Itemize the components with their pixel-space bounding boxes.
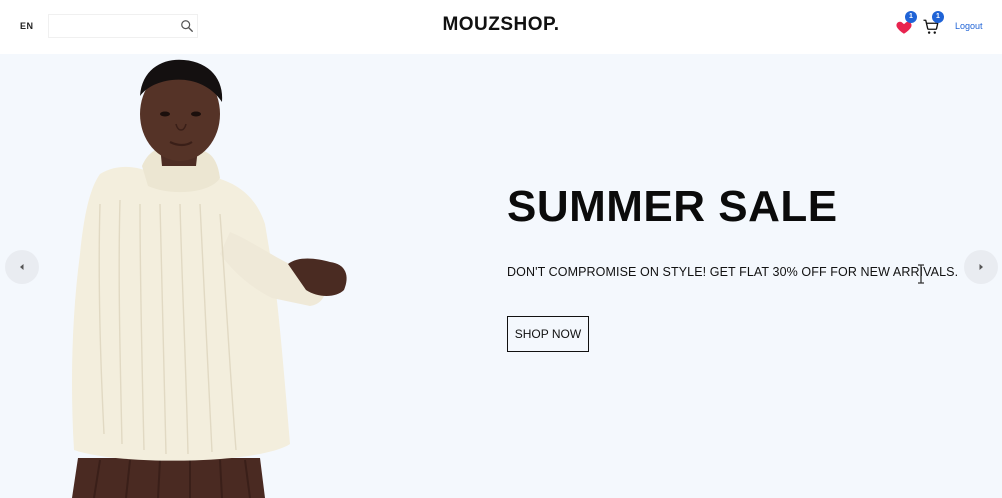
wishlist-count-badge: 1: [905, 11, 917, 23]
shop-now-button[interactable]: SHOP NOW: [507, 316, 589, 352]
hero-description: DON'T COMPROMISE ON STYLE! GET FLAT 30% …: [507, 265, 959, 279]
logo[interactable]: MOUZSHOP.: [442, 14, 559, 35]
wishlist-button[interactable]: 1: [895, 11, 917, 37]
hero-slider: SUMMER SALE DON'T COMPROMISE ON STYLE! G…: [0, 54, 1002, 498]
search-icon[interactable]: [180, 19, 194, 33]
logout-link[interactable]: Logout: [955, 21, 983, 31]
cart-count-badge: 1: [932, 11, 944, 23]
search-input[interactable]: [49, 15, 173, 37]
cart-button[interactable]: 1: [922, 11, 944, 37]
text-cursor-icon: [918, 264, 924, 284]
search-box: [48, 14, 198, 38]
hero-title: SUMMER SALE: [507, 182, 838, 231]
arrow-right-icon: [979, 264, 983, 270]
navbar: EN MOUZSHOP. 1 1 Logout: [0, 0, 1002, 54]
hero-model-image: [72, 59, 347, 498]
slider-prev-button[interactable]: [5, 250, 39, 284]
arrow-left-icon: [20, 264, 24, 270]
slider-next-button[interactable]: [964, 250, 998, 284]
language-selector[interactable]: EN: [20, 21, 34, 31]
